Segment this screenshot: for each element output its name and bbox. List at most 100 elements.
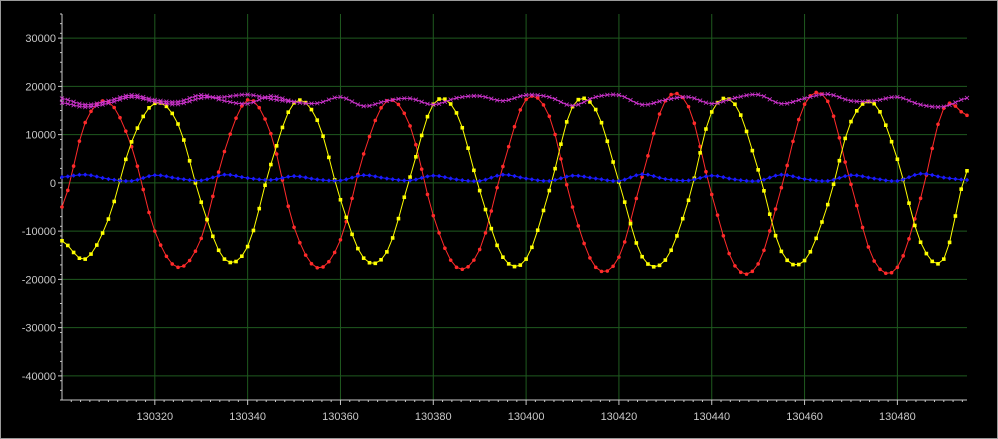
x-tick-label: 130420 bbox=[601, 411, 638, 423]
data-point bbox=[199, 236, 204, 241]
data-point bbox=[495, 243, 499, 248]
data-point bbox=[634, 196, 639, 201]
data-point bbox=[350, 232, 354, 237]
data-point bbox=[953, 214, 958, 218]
data-point bbox=[83, 257, 88, 261]
data-point bbox=[605, 139, 610, 144]
data-point bbox=[367, 260, 372, 265]
data-point bbox=[936, 262, 940, 266]
data-point bbox=[373, 118, 378, 123]
data-point bbox=[825, 99, 830, 104]
data-point bbox=[309, 261, 314, 266]
data-point bbox=[66, 188, 70, 193]
data-point bbox=[327, 155, 331, 160]
data-point bbox=[402, 195, 407, 200]
data-point bbox=[715, 213, 720, 217]
data-point bbox=[831, 182, 836, 187]
data-point bbox=[506, 262, 511, 266]
data-point bbox=[756, 262, 760, 266]
x-tick-label: 130480 bbox=[879, 411, 916, 423]
data-point bbox=[524, 257, 528, 261]
data-point bbox=[501, 255, 505, 259]
data-point bbox=[965, 169, 969, 173]
data-point bbox=[460, 125, 465, 130]
data-point bbox=[448, 102, 453, 106]
data-point bbox=[228, 132, 233, 136]
data-point bbox=[315, 118, 320, 122]
data-point bbox=[71, 164, 76, 168]
data-point bbox=[419, 167, 424, 171]
data-point bbox=[622, 200, 627, 204]
data-point bbox=[704, 169, 708, 174]
data-point bbox=[756, 168, 760, 172]
data-point bbox=[222, 149, 227, 154]
data-point bbox=[147, 106, 151, 110]
data-point bbox=[222, 257, 227, 261]
data-point bbox=[454, 111, 459, 115]
data-point bbox=[472, 168, 476, 173]
data-point bbox=[216, 170, 221, 174]
data-point bbox=[675, 91, 679, 96]
data-point bbox=[617, 255, 621, 259]
data-point bbox=[738, 113, 743, 117]
data-point bbox=[332, 250, 337, 255]
data-point bbox=[512, 124, 517, 129]
data-point bbox=[582, 96, 586, 101]
data-point bbox=[582, 241, 586, 246]
data-point bbox=[773, 233, 778, 238]
data-point bbox=[878, 267, 882, 272]
data-point bbox=[66, 243, 70, 248]
data-point bbox=[675, 234, 679, 238]
data-point bbox=[187, 258, 192, 263]
data-point bbox=[361, 152, 366, 156]
data-point bbox=[593, 107, 598, 112]
data-point bbox=[396, 102, 401, 107]
data-point bbox=[280, 125, 285, 130]
data-point bbox=[651, 131, 656, 136]
data-point bbox=[309, 107, 314, 112]
data-point bbox=[141, 114, 146, 119]
x-tick-label: 130400 bbox=[508, 411, 545, 423]
data-point bbox=[350, 196, 354, 201]
data-point bbox=[559, 142, 563, 146]
data-point bbox=[593, 265, 598, 270]
data-point bbox=[814, 90, 818, 95]
y-tick-label: -10000 bbox=[22, 226, 56, 238]
data-point bbox=[112, 105, 117, 110]
data-point bbox=[506, 144, 511, 149]
data-point bbox=[472, 258, 476, 262]
data-point bbox=[704, 127, 708, 131]
data-point bbox=[83, 120, 88, 125]
data-point bbox=[466, 264, 470, 269]
data-point bbox=[489, 226, 494, 231]
x-tick-label: 130440 bbox=[693, 411, 730, 423]
data-point bbox=[124, 129, 128, 133]
data-point bbox=[709, 110, 714, 114]
data-point bbox=[414, 142, 418, 147]
data-point bbox=[303, 100, 308, 105]
data-point bbox=[930, 146, 934, 151]
data-point bbox=[837, 158, 842, 163]
data-point bbox=[483, 207, 488, 212]
data-point bbox=[437, 231, 441, 235]
data-point bbox=[141, 187, 146, 192]
data-point bbox=[686, 198, 691, 203]
data-point bbox=[129, 140, 134, 144]
data-point bbox=[605, 269, 610, 273]
data-point bbox=[895, 157, 900, 162]
data-point bbox=[744, 272, 749, 276]
data-point bbox=[535, 228, 540, 233]
data-point bbox=[158, 243, 163, 247]
data-point bbox=[721, 233, 726, 238]
data-point bbox=[570, 205, 575, 209]
data-point bbox=[448, 258, 453, 262]
data-point bbox=[878, 110, 882, 114]
data-point bbox=[100, 231, 105, 235]
data-point bbox=[854, 203, 859, 208]
data-point bbox=[663, 258, 668, 262]
data-point bbox=[489, 209, 494, 213]
data-point bbox=[907, 201, 911, 205]
data-point bbox=[147, 210, 151, 215]
data-point bbox=[356, 246, 360, 251]
data-point bbox=[849, 119, 853, 124]
